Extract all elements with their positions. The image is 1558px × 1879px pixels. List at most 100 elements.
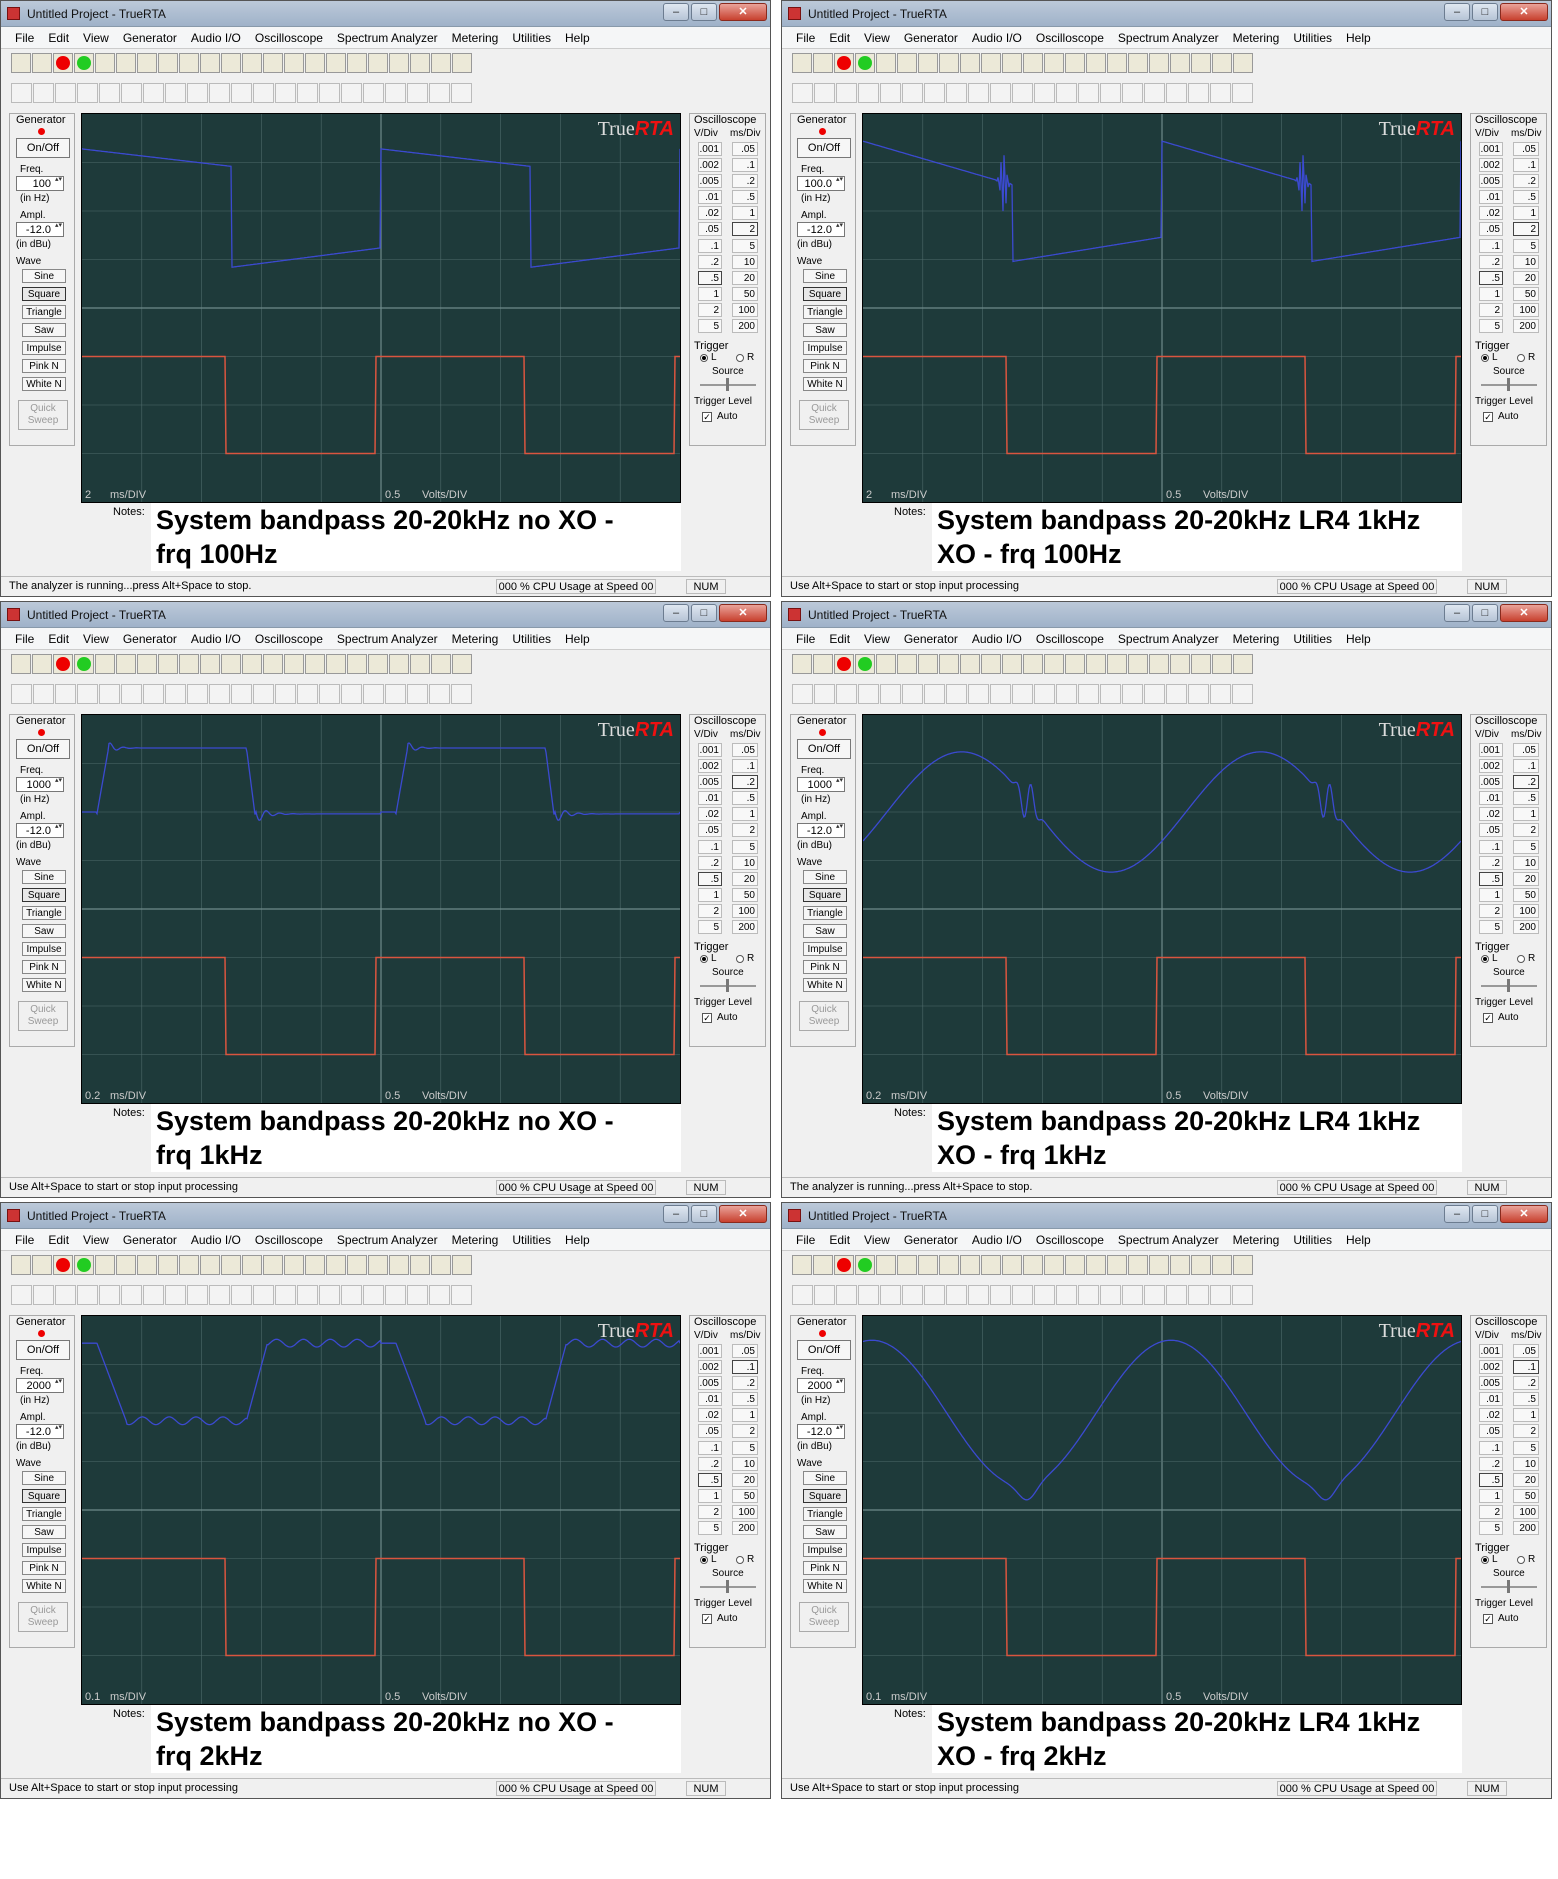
menu-view[interactable]: View: [864, 628, 890, 650]
mem-button-7[interactable]: [946, 1285, 967, 1305]
mem-button-7[interactable]: [946, 83, 967, 103]
msdiv-button-1[interactable]: .1: [1513, 759, 1539, 774]
mem-button-14[interactable]: [1100, 684, 1121, 704]
vdiv-button-8[interactable]: .5: [1479, 1472, 1503, 1487]
mem-button-7[interactable]: [165, 1285, 186, 1305]
mem-button-0[interactable]: [792, 83, 813, 103]
mem-button-2[interactable]: [836, 1285, 857, 1305]
minimize-button[interactable]: –: [1444, 1205, 1470, 1223]
mem-button-5[interactable]: [121, 684, 142, 704]
toolbar-button-5[interactable]: [897, 654, 917, 674]
toolbar-button-16[interactable]: [1128, 1255, 1148, 1275]
maximize-button[interactable]: □: [691, 604, 717, 622]
toolbar-button-3[interactable]: [74, 53, 94, 73]
menu-help[interactable]: Help: [565, 27, 590, 49]
vdiv-button-2[interactable]: .005: [698, 1376, 722, 1391]
msdiv-button-0[interactable]: .05: [732, 142, 758, 156]
vdiv-button-6[interactable]: .1: [1479, 839, 1503, 854]
mem-button-6[interactable]: [924, 83, 945, 103]
menu-audio-i-o[interactable]: Audio I/O: [972, 628, 1022, 650]
toolbar-button-0[interactable]: [792, 654, 812, 674]
toolbar-button-14[interactable]: [305, 1255, 325, 1275]
vdiv-button-0[interactable]: .001: [698, 142, 722, 156]
toolbar-button-1[interactable]: [813, 1255, 833, 1275]
auto-checkbox[interactable]: ✓: [1483, 1013, 1493, 1023]
close-button[interactable]: ✕: [1500, 604, 1548, 622]
menu-generator[interactable]: Generator: [904, 1229, 958, 1251]
msdiv-button-4[interactable]: 1: [732, 1408, 758, 1423]
toolbar-button-13[interactable]: [284, 53, 304, 73]
ampl-input[interactable]: -12.0: [797, 222, 845, 237]
msdiv-button-8[interactable]: 20: [1513, 871, 1539, 886]
toolbar-button-13[interactable]: [1065, 1255, 1085, 1275]
toolbar-button-3[interactable]: [855, 1255, 875, 1275]
wave-triangle-button[interactable]: Triangle: [803, 305, 847, 319]
vdiv-button-7[interactable]: .2: [698, 1456, 722, 1471]
mem-button-9[interactable]: [990, 83, 1011, 103]
title-bar[interactable]: Untitled Project - TrueRTA – □ ✕: [782, 602, 1551, 628]
msdiv-button-4[interactable]: 1: [732, 807, 758, 822]
mem-button-17[interactable]: [385, 1285, 406, 1305]
msdiv-button-5[interactable]: 2: [1513, 823, 1539, 838]
toolbar-button-16[interactable]: [1128, 53, 1148, 73]
ampl-input[interactable]: -12.0: [16, 1424, 64, 1439]
vdiv-button-7[interactable]: .2: [1479, 1456, 1503, 1471]
mem-button-9[interactable]: [990, 1285, 1011, 1305]
vdiv-button-2[interactable]: .005: [698, 174, 722, 189]
mem-button-19[interactable]: [429, 1285, 450, 1305]
menu-metering[interactable]: Metering: [1233, 1229, 1280, 1251]
mem-button-12[interactable]: [1056, 684, 1077, 704]
mem-button-3[interactable]: [77, 684, 98, 704]
mem-button-18[interactable]: [1188, 684, 1209, 704]
toolbar-button-4[interactable]: [876, 654, 896, 674]
wave-white-n-button[interactable]: White N: [22, 978, 66, 992]
menu-oscilloscope[interactable]: Oscilloscope: [1036, 628, 1104, 650]
msdiv-button-9[interactable]: 50: [732, 286, 758, 301]
toolbar-button-16[interactable]: [1128, 654, 1148, 674]
notes-field[interactable]: System bandpass 20-20kHz no XO - frq 100…: [151, 503, 681, 571]
mem-button-20[interactable]: [451, 1285, 472, 1305]
toolbar-button-15[interactable]: [1107, 1255, 1127, 1275]
menu-oscilloscope[interactable]: Oscilloscope: [1036, 27, 1104, 49]
toolbar-button-13[interactable]: [284, 1255, 304, 1275]
mem-button-20[interactable]: [451, 684, 472, 704]
vdiv-button-9[interactable]: 1: [1479, 286, 1503, 301]
toolbar-button-5[interactable]: [897, 1255, 917, 1275]
toolbar-button-0[interactable]: [792, 53, 812, 73]
menu-spectrum-analyzer[interactable]: Spectrum Analyzer: [1118, 1229, 1219, 1251]
toolbar-button-1[interactable]: [32, 1255, 52, 1275]
mem-button-16[interactable]: [1144, 83, 1165, 103]
msdiv-button-4[interactable]: 1: [1513, 1408, 1539, 1423]
generator-onoff-button[interactable]: On/Off: [16, 1340, 70, 1360]
maximize-button[interactable]: □: [691, 3, 717, 21]
msdiv-button-6[interactable]: 5: [732, 1440, 758, 1455]
wave-triangle-button[interactable]: Triangle: [22, 1507, 66, 1521]
mem-button-1[interactable]: [33, 1285, 54, 1305]
vdiv-button-0[interactable]: .001: [698, 743, 722, 757]
trigger-left-radio[interactable]: [1481, 1556, 1489, 1564]
vdiv-button-6[interactable]: .1: [698, 839, 722, 854]
toolbar-button-12[interactable]: [1044, 654, 1064, 674]
trigger-right-radio[interactable]: [736, 955, 744, 963]
vdiv-button-2[interactable]: .005: [1479, 174, 1503, 189]
close-button[interactable]: ✕: [1500, 3, 1548, 21]
mem-button-3[interactable]: [858, 83, 879, 103]
vdiv-button-9[interactable]: 1: [1479, 1488, 1503, 1503]
toolbar-button-4[interactable]: [876, 1255, 896, 1275]
menu-oscilloscope[interactable]: Oscilloscope: [1036, 1229, 1104, 1251]
toolbar-button-6[interactable]: [137, 53, 157, 73]
msdiv-button-5[interactable]: 2: [732, 222, 758, 237]
toolbar-button-20[interactable]: [1212, 654, 1232, 674]
mem-button-12[interactable]: [1056, 1285, 1077, 1305]
title-bar[interactable]: Untitled Project - TrueRTA – □ ✕: [1, 1203, 770, 1229]
wave-square-button[interactable]: Square: [803, 287, 847, 301]
wave-pink-n-button[interactable]: Pink N: [803, 1561, 847, 1575]
msdiv-button-9[interactable]: 50: [1513, 887, 1539, 902]
toolbar-button-10[interactable]: [1002, 53, 1022, 73]
mem-button-0[interactable]: [11, 684, 32, 704]
vdiv-button-8[interactable]: .5: [698, 1472, 722, 1487]
menu-generator[interactable]: Generator: [904, 27, 958, 49]
menu-utilities[interactable]: Utilities: [1293, 628, 1332, 650]
generator-onoff-button[interactable]: On/Off: [16, 138, 70, 158]
mem-button-9[interactable]: [209, 684, 230, 704]
